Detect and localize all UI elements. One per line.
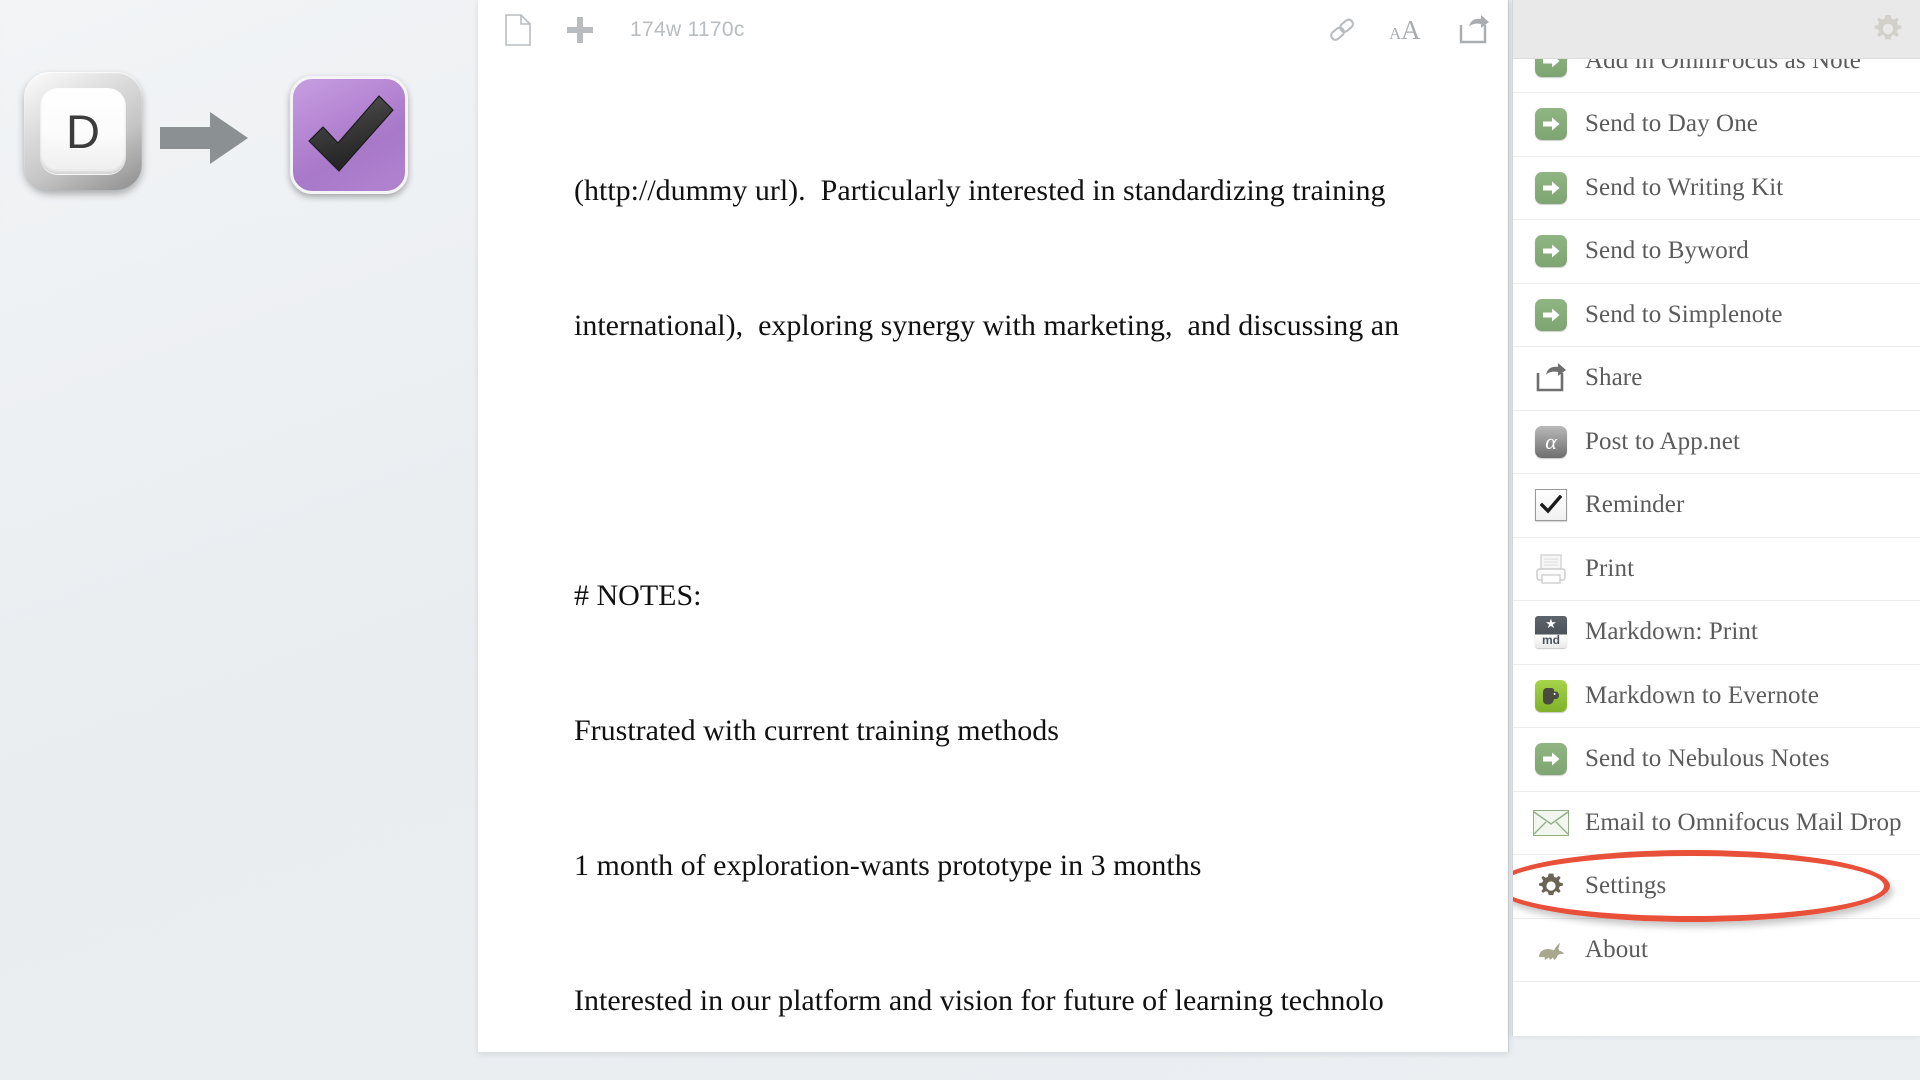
keyboard-key-label: D	[66, 104, 100, 158]
menu-item-settings[interactable]: Settings	[1513, 855, 1920, 919]
gear-icon	[1533, 868, 1569, 904]
evernote-icon	[1533, 678, 1569, 714]
printer-icon	[1533, 551, 1569, 587]
menu-item-send-to-byword[interactable]: Send to Byword	[1513, 220, 1920, 284]
send-arrow-icon	[1533, 297, 1569, 333]
menu-item-label: Post to App.net	[1585, 427, 1740, 455]
markdown-icon: ★ md	[1533, 614, 1569, 650]
menu-item-print[interactable]: Print	[1513, 537, 1920, 601]
menu-item-about[interactable]: About	[1513, 918, 1920, 982]
keyboard-key-face: D	[40, 88, 126, 174]
share-icon	[1533, 360, 1569, 396]
menu-item-label: Send to Byword	[1585, 237, 1749, 265]
menu-item-label: Send to Simplenote	[1585, 300, 1783, 328]
menu-item-send-to-simplenote[interactable]: Send to Simplenote	[1513, 283, 1920, 347]
checkmark-app-icon	[290, 76, 408, 194]
text-size-icon[interactable]: A A	[1386, 8, 1430, 52]
envelope-icon	[1533, 805, 1569, 841]
menu-item-reminder[interactable]: Reminder	[1513, 474, 1920, 538]
menu-item-send-to-nebulous-notes[interactable]: Send to Nebulous Notes	[1513, 728, 1920, 792]
menu-item-label: About	[1585, 935, 1648, 963]
menu-item-markdown-to-evernote[interactable]: Markdown to Evernote	[1513, 664, 1920, 728]
menu-item-label: Share	[1585, 364, 1643, 392]
share-action-menu-list: Add in OmniFocusAdd in OmniFocus as Note…	[1513, 0, 1920, 982]
menu-item-label: Send to Day One	[1585, 110, 1758, 138]
svg-text:A: A	[1401, 15, 1421, 45]
document-line: # NOTES:	[574, 579, 702, 612]
send-arrow-icon	[1533, 170, 1569, 206]
document-line: (http://dummy url). Particularly interes…	[574, 174, 1386, 207]
send-arrow-icon	[1533, 106, 1569, 142]
menu-item-send-to-writing-kit[interactable]: Send to Writing Kit	[1513, 156, 1920, 220]
menu-item-label: Settings	[1585, 872, 1667, 900]
editor-toolbar-right-group: A A	[1298, 8, 1508, 52]
appnet-icon: α	[1533, 424, 1569, 460]
gear-icon[interactable]	[1865, 6, 1911, 52]
keyboard-key-cap: D	[24, 72, 142, 190]
document-line: international), exploring synergy with m…	[574, 309, 1400, 342]
share-action-menu-panel: Add in OmniFocusAdd in OmniFocus as Note…	[1512, 0, 1920, 1036]
menu-header-bar	[1513, 0, 1920, 59]
plus-icon[interactable]	[558, 8, 602, 52]
menu-item-send-to-day-one[interactable]: Send to Day One	[1513, 93, 1920, 157]
menu-item-label: Send to Writing Kit	[1585, 173, 1784, 201]
document-text[interactable]: (http://dummy url). Particularly interes…	[478, 60, 1508, 1038]
menu-item-label: Print	[1585, 554, 1635, 582]
menu-item-email-to-omnifocus-mail-drop[interactable]: Email to Omnifocus Mail Drop	[1513, 791, 1920, 855]
menu-item-label: Reminder	[1585, 491, 1685, 519]
menu-item-post-to-app-net[interactable]: α Post to App.net	[1513, 410, 1920, 474]
rabbit-icon	[1533, 932, 1569, 968]
editor-toolbar: 174w 1170c A A	[478, 0, 1508, 60]
menu-item-label: Send to Nebulous Notes	[1585, 745, 1830, 773]
menu-item-markdown-print[interactable]: ★ md Markdown: Print	[1513, 601, 1920, 665]
document-line: 1 month of exploration-wants prototype i…	[574, 849, 1202, 882]
share-icon[interactable]	[1452, 8, 1496, 52]
checkbox-icon	[1533, 487, 1569, 523]
menu-item-label: Markdown to Evernote	[1585, 681, 1819, 709]
document-line: Interested in our platform and vision fo…	[574, 984, 1384, 1017]
send-arrow-icon	[1533, 741, 1569, 777]
editor-window: 174w 1170c A A (http://dummy url). Parti…	[478, 0, 1509, 1052]
word-count-label: 174w 1170c	[630, 18, 745, 41]
right-arrow-icon	[160, 110, 250, 166]
menu-item-share[interactable]: Share	[1513, 347, 1920, 411]
keyboard-shortcut-illustration: D	[0, 0, 470, 300]
menu-item-label: Markdown: Print	[1585, 618, 1759, 646]
link-icon[interactable]	[1320, 8, 1364, 52]
menu-item-label: Email to Omnifocus Mail Drop	[1585, 808, 1902, 836]
send-arrow-icon	[1533, 233, 1569, 269]
document-blank-line	[574, 438, 1508, 483]
document-line: Frustrated with current training methods	[574, 714, 1059, 747]
document-icon[interactable]	[496, 8, 540, 52]
